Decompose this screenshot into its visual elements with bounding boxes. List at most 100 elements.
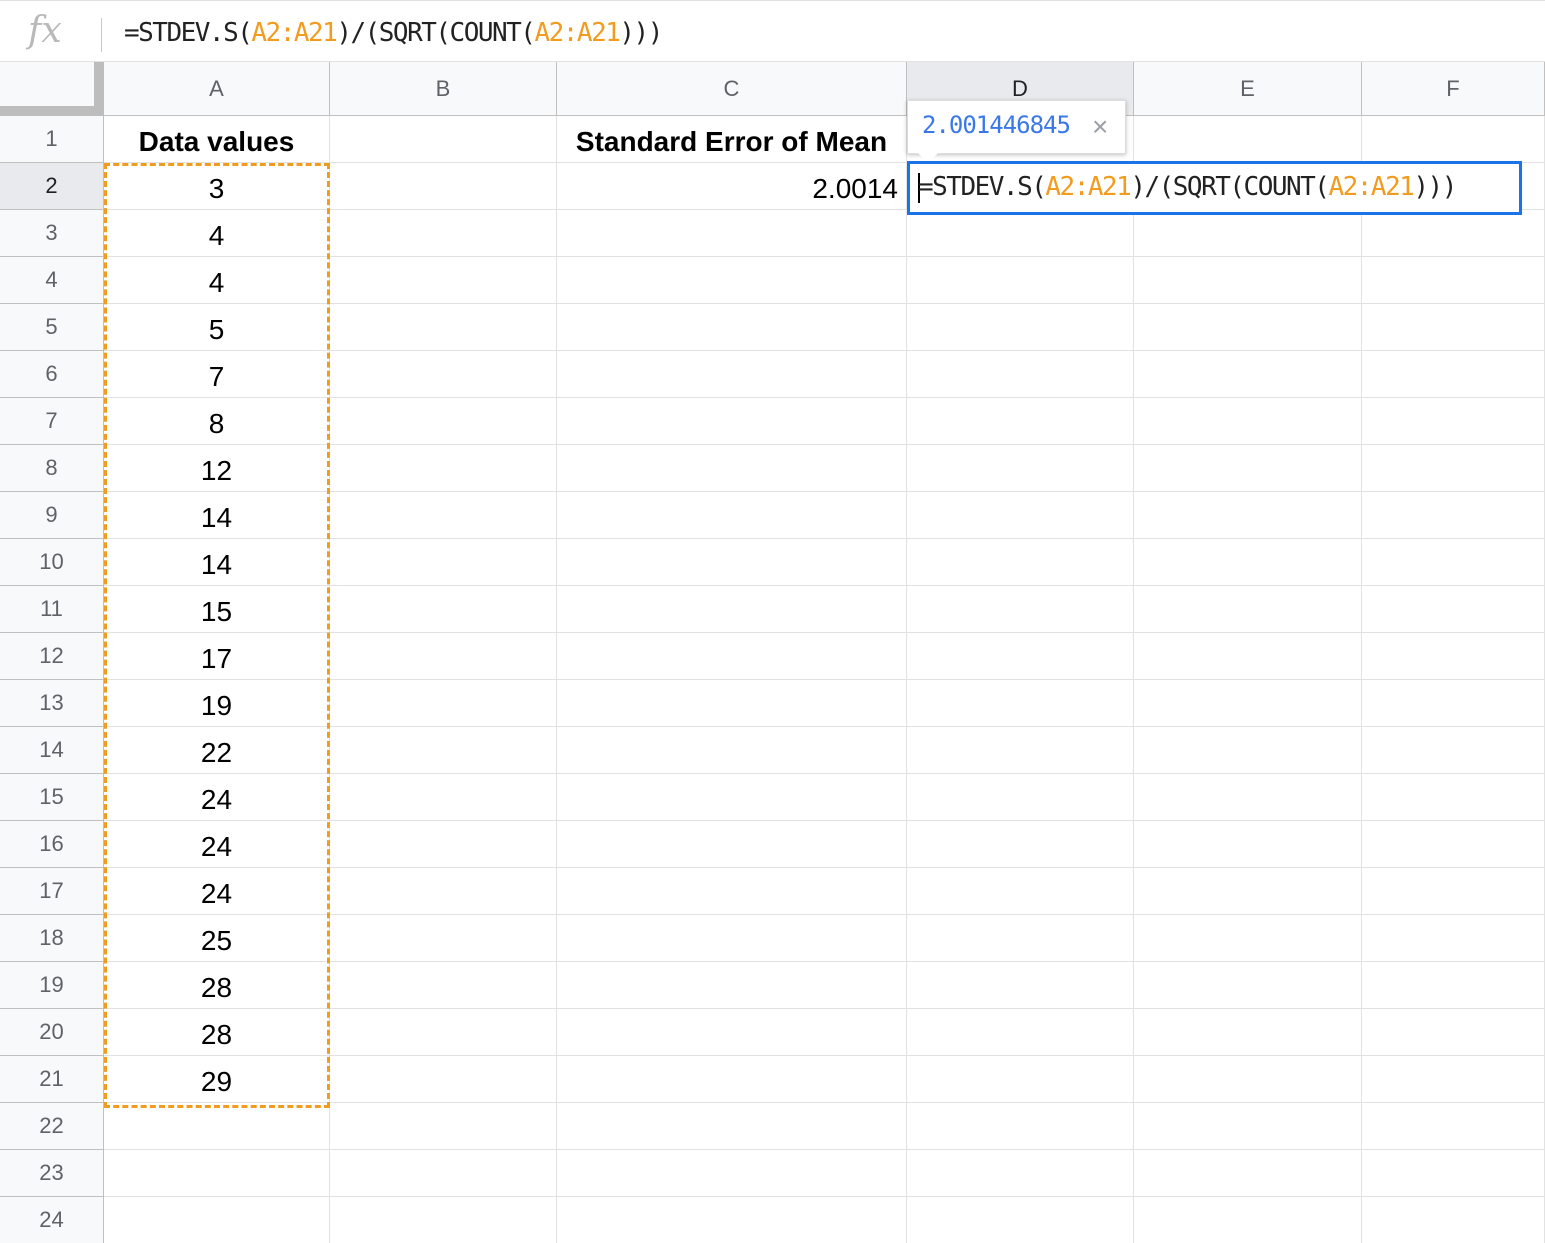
cell-f20[interactable]: [1362, 1009, 1545, 1056]
cell-f9[interactable]: [1362, 492, 1545, 539]
cell-f15[interactable]: [1362, 774, 1545, 821]
cell-c23[interactable]: [557, 1150, 907, 1197]
cell-f19[interactable]: [1362, 962, 1545, 1009]
cell-c8[interactable]: [557, 445, 907, 492]
cell-a13[interactable]: 19: [104, 680, 330, 727]
cell-d7[interactable]: [907, 398, 1134, 445]
cell-d6[interactable]: [907, 351, 1134, 398]
cell-f13[interactable]: [1362, 680, 1545, 727]
cell-a17[interactable]: 24: [104, 868, 330, 915]
cell-d15[interactable]: [907, 774, 1134, 821]
cell-c12[interactable]: [557, 633, 907, 680]
cell-c15[interactable]: [557, 774, 907, 821]
cell-b16[interactable]: [330, 821, 557, 868]
column-header-a[interactable]: A: [104, 62, 330, 116]
row-header-13[interactable]: 13: [0, 680, 104, 727]
cell-e3[interactable]: [1134, 210, 1362, 257]
row-header-19[interactable]: 19: [0, 962, 104, 1009]
cell-d11[interactable]: [907, 586, 1134, 633]
cell-c1[interactable]: Standard Error of Mean: [557, 116, 907, 163]
cell-c4[interactable]: [557, 257, 907, 304]
cell-c24[interactable]: [557, 1197, 907, 1243]
cell-a9[interactable]: 14: [104, 492, 330, 539]
cell-a14[interactable]: 22: [104, 727, 330, 774]
cell-c19[interactable]: [557, 962, 907, 1009]
cell-c22[interactable]: [557, 1103, 907, 1150]
row-header-4[interactable]: 4: [0, 257, 104, 304]
cell-a20[interactable]: 28: [104, 1009, 330, 1056]
cell-b3[interactable]: [330, 210, 557, 257]
cell-c17[interactable]: [557, 868, 907, 915]
cell-a11[interactable]: 15: [104, 586, 330, 633]
cell-b11[interactable]: [330, 586, 557, 633]
cell-e20[interactable]: [1134, 1009, 1362, 1056]
cell-c6[interactable]: [557, 351, 907, 398]
cell-f3[interactable]: [1362, 210, 1545, 257]
cell-f6[interactable]: [1362, 351, 1545, 398]
row-header-22[interactable]: 22: [0, 1103, 104, 1150]
select-all-corner[interactable]: [0, 62, 104, 116]
cell-f8[interactable]: [1362, 445, 1545, 492]
cell-c21[interactable]: [557, 1056, 907, 1103]
cell-a23[interactable]: [104, 1150, 330, 1197]
cell-b22[interactable]: [330, 1103, 557, 1150]
cell-f4[interactable]: [1362, 257, 1545, 304]
cell-d5[interactable]: [907, 304, 1134, 351]
row-header-16[interactable]: 16: [0, 821, 104, 868]
cell-f10[interactable]: [1362, 539, 1545, 586]
row-header-1[interactable]: 1: [0, 116, 104, 163]
cell-e6[interactable]: [1134, 351, 1362, 398]
cell-d9[interactable]: [907, 492, 1134, 539]
cell-e19[interactable]: [1134, 962, 1362, 1009]
cell-f18[interactable]: [1362, 915, 1545, 962]
column-header-b[interactable]: B: [330, 62, 557, 116]
row-header-8[interactable]: 8: [0, 445, 104, 492]
cell-e5[interactable]: [1134, 304, 1362, 351]
cell-b18[interactable]: [330, 915, 557, 962]
cell-f12[interactable]: [1362, 633, 1545, 680]
cell-d23[interactable]: [907, 1150, 1134, 1197]
cell-b1[interactable]: [330, 116, 557, 163]
cell-a21[interactable]: 29: [104, 1056, 330, 1103]
cell-c18[interactable]: [557, 915, 907, 962]
formula-input[interactable]: =STDEV.S(A2:A21)/(SQRT(COUNT(A2:A21))): [124, 15, 663, 51]
cell-e23[interactable]: [1134, 1150, 1362, 1197]
row-header-2[interactable]: 2: [0, 163, 104, 210]
cell-d18[interactable]: [907, 915, 1134, 962]
cell-b5[interactable]: [330, 304, 557, 351]
cell-c14[interactable]: [557, 727, 907, 774]
cell-a24[interactable]: [104, 1197, 330, 1243]
column-header-c[interactable]: C: [557, 62, 907, 116]
cell-e13[interactable]: [1134, 680, 1362, 727]
cell-b19[interactable]: [330, 962, 557, 1009]
cell-b15[interactable]: [330, 774, 557, 821]
cell-d3[interactable]: [907, 210, 1134, 257]
cell-b4[interactable]: [330, 257, 557, 304]
cell-f5[interactable]: [1362, 304, 1545, 351]
cell-a2[interactable]: 3: [104, 163, 330, 210]
cell-b23[interactable]: [330, 1150, 557, 1197]
cell-b17[interactable]: [330, 868, 557, 915]
row-header-24[interactable]: 24: [0, 1197, 104, 1243]
row-header-21[interactable]: 21: [0, 1056, 104, 1103]
cell-b9[interactable]: [330, 492, 557, 539]
cell-e16[interactable]: [1134, 821, 1362, 868]
cell-f22[interactable]: [1362, 1103, 1545, 1150]
cell-c5[interactable]: [557, 304, 907, 351]
cell-a12[interactable]: 17: [104, 633, 330, 680]
cell-b2[interactable]: [330, 163, 557, 210]
cell-b6[interactable]: [330, 351, 557, 398]
cell-d10[interactable]: [907, 539, 1134, 586]
row-header-6[interactable]: 6: [0, 351, 104, 398]
cell-f11[interactable]: [1362, 586, 1545, 633]
row-header-5[interactable]: 5: [0, 304, 104, 351]
cell-c7[interactable]: [557, 398, 907, 445]
cell-f14[interactable]: [1362, 727, 1545, 774]
cell-b7[interactable]: [330, 398, 557, 445]
cell-a6[interactable]: 7: [104, 351, 330, 398]
cell-e18[interactable]: [1134, 915, 1362, 962]
cell-e4[interactable]: [1134, 257, 1362, 304]
cell-e8[interactable]: [1134, 445, 1362, 492]
cell-a8[interactable]: 12: [104, 445, 330, 492]
row-header-10[interactable]: 10: [0, 539, 104, 586]
